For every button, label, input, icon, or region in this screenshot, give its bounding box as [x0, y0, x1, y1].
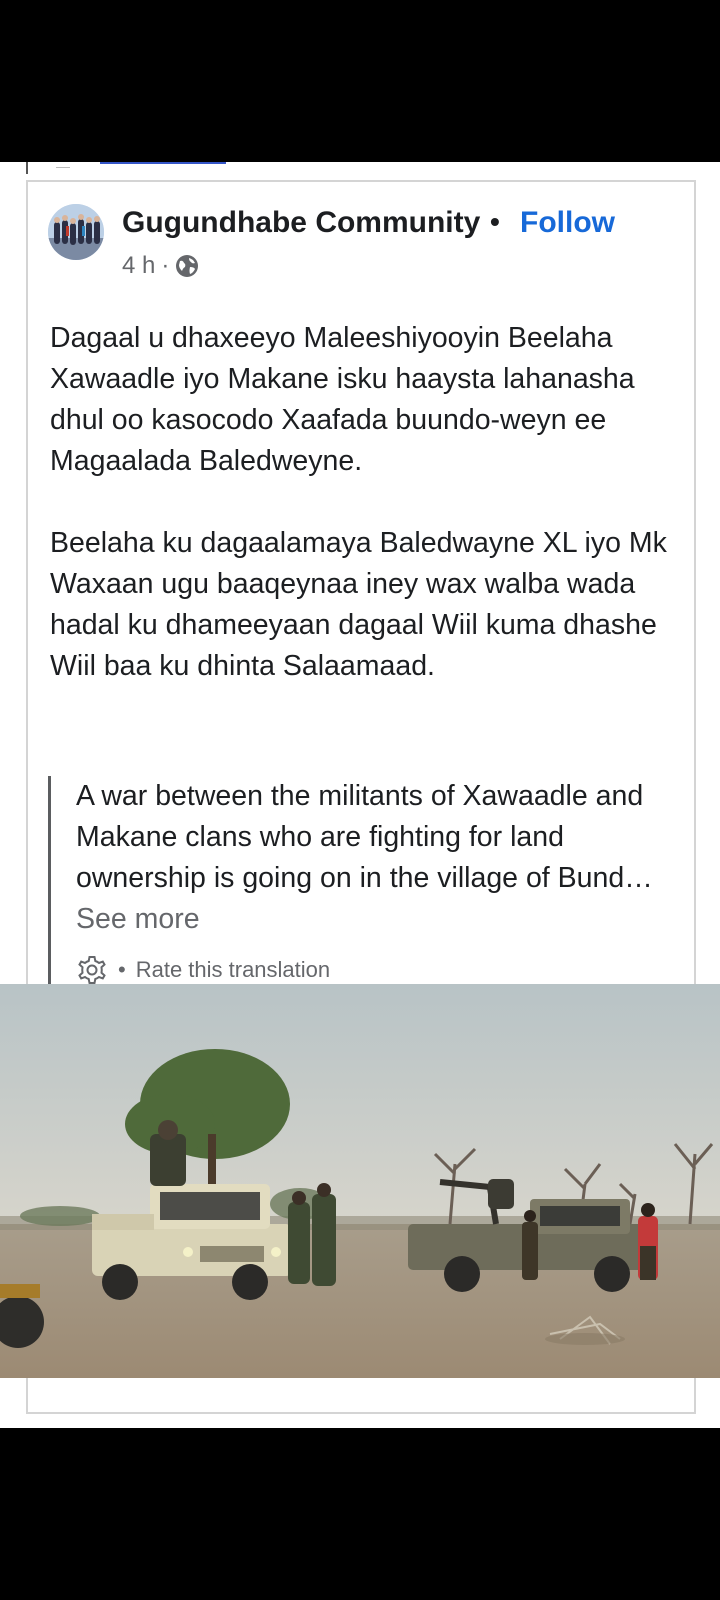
follow-button[interactable]: Follow [520, 206, 615, 240]
translation-content: A war between the militants of Xawaadle … [76, 780, 653, 894]
post-meta: 4 h · [122, 252, 199, 280]
top-black-bar [0, 0, 720, 162]
previous-post-link-underline [100, 162, 226, 164]
page-avatar[interactable] [48, 204, 104, 260]
meta-separator: · [161, 252, 170, 279]
previous-post-edge [26, 162, 28, 174]
translation-text: A war between the militants of Xawaadle … [76, 776, 658, 940]
rate-separator: • [118, 957, 126, 982]
feed-content[interactable]: Gugundhabe Community • Follow 4 h · Daga… [0, 162, 720, 1428]
page-name[interactable]: Gugundhabe Community [122, 206, 480, 240]
rate-translation-row: • Rate this translation [76, 954, 330, 986]
gear-icon[interactable] [76, 954, 108, 986]
post-paragraph: Dagaal u dhaxeeyo Maleeshiyooyin Beelaha… [50, 322, 635, 477]
rate-translation-link[interactable]: Rate this translation [136, 957, 330, 983]
globe-icon [175, 254, 199, 278]
post-body: Dagaal u dhaxeeyo Maleeshiyooyin Beelaha… [50, 318, 670, 687]
previous-post-fragment [56, 162, 70, 168]
see-more-link[interactable]: See more [76, 903, 200, 935]
post-time[interactable]: 4 h [122, 252, 155, 280]
post-paragraph: Beelaha ku dagaalamaya Baledwayne XL iyo… [50, 527, 667, 682]
translation-block: A war between the militants of Xawaadle … [48, 776, 658, 996]
post-photo[interactable] [0, 984, 720, 1378]
bottom-black-bar [0, 1428, 720, 1600]
header-separator: • [490, 206, 500, 237]
